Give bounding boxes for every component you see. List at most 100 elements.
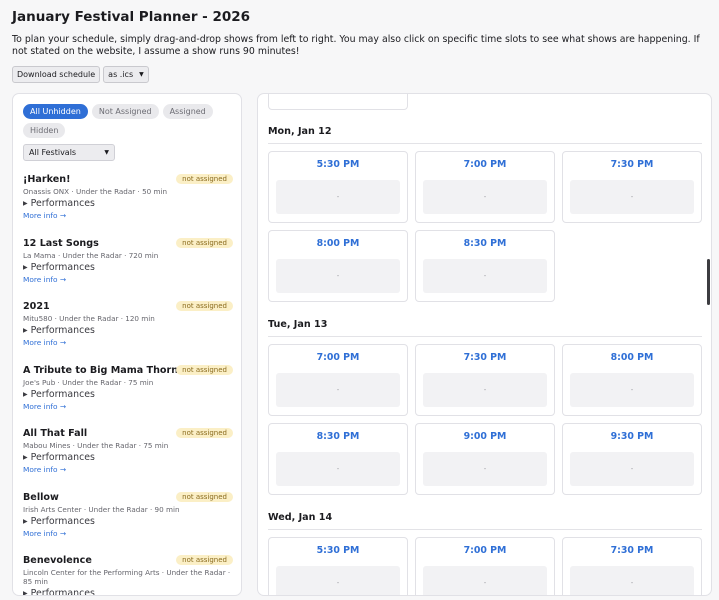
triangle-right-icon: ▶ xyxy=(23,590,28,596)
performances-toggle[interactable]: ▶ Performances xyxy=(23,452,233,464)
filter-all-unhidden[interactable]: All Unhidden xyxy=(23,104,88,119)
status-badge: not assigned xyxy=(176,237,233,248)
time-slot-card[interactable]: 7:30 PM - xyxy=(415,344,555,416)
show-meta: Onassis ONX · Under the Radar · 50 min xyxy=(23,187,168,196)
time-slot-card[interactable]: 7:30 PM - xyxy=(562,537,702,595)
slot-empty-text: - xyxy=(483,193,487,201)
slot-drop-zone[interactable]: - xyxy=(423,373,547,407)
more-info-link[interactable]: More info → xyxy=(23,402,233,412)
show-item[interactable]: 2021 not assigned Mitu580 · Under the Rada… xyxy=(23,301,233,365)
time-slot-card[interactable]: 7:00 PM - xyxy=(415,151,555,223)
filter-hidden[interactable]: Hidden xyxy=(23,123,66,138)
time-slot-card[interactable]: 7:30 PM - xyxy=(562,151,702,223)
slot-empty-text: - xyxy=(630,193,634,201)
time-slot-card[interactable]: 8:30 PM - xyxy=(268,423,408,495)
time-slot-label: 9:30 PM xyxy=(610,431,654,442)
slot-drop-zone[interactable]: - xyxy=(423,566,547,595)
status-badge: not assigned xyxy=(176,301,233,311)
more-info-link[interactable]: More info → xyxy=(23,275,233,285)
performances-label: Performances xyxy=(30,588,95,596)
time-slot-label: 7:30 PM xyxy=(610,545,654,556)
time-slot-card[interactable]: 9:30 PM - xyxy=(562,423,702,495)
show-item[interactable]: Benevolence not assigned Lincoln Center fo… xyxy=(23,555,233,596)
slot-drop-zone[interactable]: - xyxy=(570,452,694,486)
time-slot-label: 7:00 PM xyxy=(463,159,507,170)
performances-toggle[interactable]: ▶ Performances xyxy=(23,325,233,337)
slot-empty-text: - xyxy=(630,386,634,394)
show-meta: Irish Arts Center · Under the Radar · 90… xyxy=(23,504,180,514)
triangle-right-icon: ▶ xyxy=(23,517,28,525)
status-badge: not assigned xyxy=(176,491,233,502)
slot-drop-zone[interactable]: - xyxy=(276,452,400,486)
time-slot-card[interactable]: 9:00 PM - xyxy=(415,423,555,495)
time-slot-card[interactable]: 5:30 PM - xyxy=(268,537,408,595)
time-slot-card[interactable]: 8:00 PM - xyxy=(268,230,408,302)
time-slot-card[interactable]: 7:00 PM - xyxy=(268,344,408,416)
day-heading: Wed, Jan 14 xyxy=(268,512,702,530)
instructions-text: To plan your schedule, simply drag-and-d… xyxy=(12,34,700,57)
festival-select[interactable]: All Festivals ▼ xyxy=(23,144,115,161)
more-info-link[interactable]: More info → xyxy=(23,338,233,348)
download-schedule-button[interactable]: Download schedule xyxy=(12,66,101,83)
slot-empty-text: - xyxy=(630,465,634,473)
filter-pills: All Unhidden Not Assigned Assigned Hidde… xyxy=(23,104,233,138)
slot-drop-zone[interactable]: - xyxy=(423,452,547,486)
performances-toggle[interactable]: ▶ Performances xyxy=(23,389,233,401)
time-slot-card[interactable]: 8:30 PM - xyxy=(415,230,555,302)
festival-select-value: All Festivals xyxy=(29,148,77,157)
time-slot-label: 8:30 PM xyxy=(463,238,507,249)
triangle-right-icon: ▶ xyxy=(23,263,28,271)
slot-drop-zone[interactable]: - xyxy=(423,180,547,214)
triangle-right-icon: ▶ xyxy=(23,390,28,398)
slot-drop-zone[interactable]: - xyxy=(276,566,400,595)
scrollbar-thumb[interactable] xyxy=(707,259,710,305)
slot-empty-text: - xyxy=(336,272,340,280)
slot-drop-zone[interactable]: - xyxy=(570,180,694,214)
filter-assigned[interactable]: Assigned xyxy=(162,104,213,119)
more-info-link[interactable]: More info → xyxy=(23,211,233,221)
performances-toggle[interactable]: ▶ Performances xyxy=(23,588,233,596)
slot-empty-text: - xyxy=(336,386,340,394)
performances-toggle[interactable]: ▶ Performances xyxy=(23,262,233,274)
time-slot-card[interactable]: 8:00 PM - xyxy=(562,344,702,416)
slot-drop-zone[interactable]: - xyxy=(276,373,400,407)
slot-drop-zone[interactable]: - xyxy=(423,259,547,293)
show-item[interactable]: ¡Harken! not assigned Onassis ONX · Under … xyxy=(23,174,233,238)
triangle-right-icon: ▶ xyxy=(23,327,28,334)
slot-empty-text: - xyxy=(336,193,340,201)
more-info-link[interactable]: More info → xyxy=(23,465,233,475)
download-row: Download schedule as .ics ▼ xyxy=(12,66,149,83)
time-slot-label: 5:30 PM xyxy=(316,159,360,170)
slot-empty-text: - xyxy=(483,386,487,394)
slot-drop-zone[interactable]: - xyxy=(570,566,694,595)
page-title: January Festival Planner - 2026 xyxy=(12,9,251,25)
show-item[interactable]: 12 Last Songs not assigned La Mama · Under… xyxy=(23,237,233,302)
slot-empty-text: - xyxy=(483,272,487,280)
download-format-select[interactable]: as .ics ▼ xyxy=(103,66,149,83)
time-slot-label: 5:30 PM xyxy=(316,545,360,556)
time-slot-label: 7:30 PM xyxy=(610,159,654,170)
performances-toggle[interactable]: ▶ Performances xyxy=(23,516,233,528)
show-item[interactable]: All That Fall not assigned Mabou Mines · U… xyxy=(23,428,233,492)
performances-label: Performances xyxy=(30,261,95,273)
more-info-link[interactable]: More info → xyxy=(23,529,233,539)
slot-drop-zone[interactable]: - xyxy=(276,259,400,293)
show-item[interactable]: A Tribute to Big Mama Thornton not assign… xyxy=(23,364,233,429)
slot-empty-text: - xyxy=(630,579,634,587)
time-slot-card[interactable]: 5:30 PM - xyxy=(268,151,408,223)
filter-not-assigned[interactable]: Not Assigned xyxy=(91,104,159,119)
time-slot-label: 8:00 PM xyxy=(316,238,360,249)
time-slot-label: 7:00 PM xyxy=(463,545,507,556)
time-slot-card-partial[interactable] xyxy=(268,94,408,110)
show-meta: Joe's Pub · Under the Radar · 75 min xyxy=(23,377,154,387)
slot-empty-text: - xyxy=(483,579,487,587)
slot-drop-zone[interactable]: - xyxy=(570,373,694,407)
status-badge: not assigned xyxy=(176,364,233,375)
show-meta: Mitu580 · Under the Radar · 120 min xyxy=(23,314,155,323)
slot-drop-zone[interactable]: - xyxy=(276,180,400,214)
performances-label: Performances xyxy=(30,452,95,463)
time-slot-card[interactable]: 7:00 PM - xyxy=(415,537,555,595)
show-item[interactable]: Bellow not assigned Irish Arts Center · Un… xyxy=(23,491,233,556)
triangle-right-icon: ▶ xyxy=(23,454,28,461)
performances-toggle[interactable]: ▶ Performances xyxy=(23,198,233,210)
